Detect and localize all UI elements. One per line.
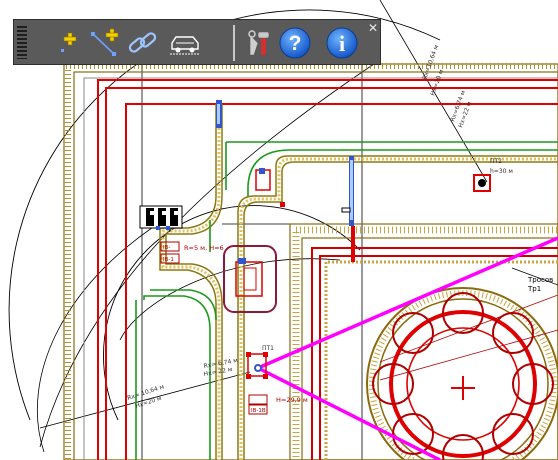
svg-text:?: ? [289, 32, 302, 55]
add-line-button[interactable] [86, 24, 124, 62]
pt2-height: h=30 м [490, 168, 513, 175]
center-device[interactable] [223, 245, 277, 313]
cad-drawing-canvas[interactable]: Rx=10,64 м Hx=20 м Rx=6,74 м Hx=22 м ПТ2… [0, 0, 558, 460]
slot-upper-label: R=5 м, H=6 [184, 244, 224, 252]
vehicle-icon [170, 36, 200, 55]
add-point-icon [61, 32, 77, 52]
vehicle-button[interactable] [166, 24, 204, 62]
pt2-label: ПТ2 [490, 158, 502, 165]
question-icon: ? [279, 27, 311, 59]
settings-button[interactable] [241, 24, 279, 62]
add-line-icon [91, 28, 119, 56]
protection-zone-lines[interactable] [257, 236, 558, 460]
add-point-button[interactable] [50, 24, 88, 62]
help-button[interactable]: ? [276, 24, 314, 62]
svg-text:i: i [339, 31, 345, 56]
toolbar-separator [233, 25, 235, 61]
upper-small-box[interactable] [255, 168, 351, 213]
toolbar-close-button[interactable]: ✕ [366, 21, 380, 35]
trosov-label-1: Тросов [527, 276, 553, 284]
pt2-marker[interactable] [473, 174, 491, 192]
slot-lower-label: H=29,9 м [276, 396, 308, 404]
toolbar-grip[interactable] [17, 26, 27, 59]
info-button[interactable]: i [323, 24, 361, 62]
construction-lines [37, 0, 558, 460]
left-equipment-block[interactable] [139, 205, 183, 230]
tag-b-label: IB-1 [163, 257, 174, 263]
tag-c-label: IB-1B [251, 408, 266, 414]
tools-icon [248, 30, 270, 56]
link-button[interactable] [124, 24, 162, 62]
circular-tank [366, 287, 558, 460]
tag-a-label: IB- [163, 245, 170, 251]
info-icon: i [326, 27, 358, 59]
dim-label-top-2: Hx=20 м [429, 69, 445, 97]
pt1-label: ПТ1 [262, 345, 274, 352]
trosov-label-2: Тр1 [527, 285, 541, 293]
floating-toolbar[interactable]: ? i ✕ [13, 19, 381, 65]
chain-link-icon [128, 32, 157, 53]
